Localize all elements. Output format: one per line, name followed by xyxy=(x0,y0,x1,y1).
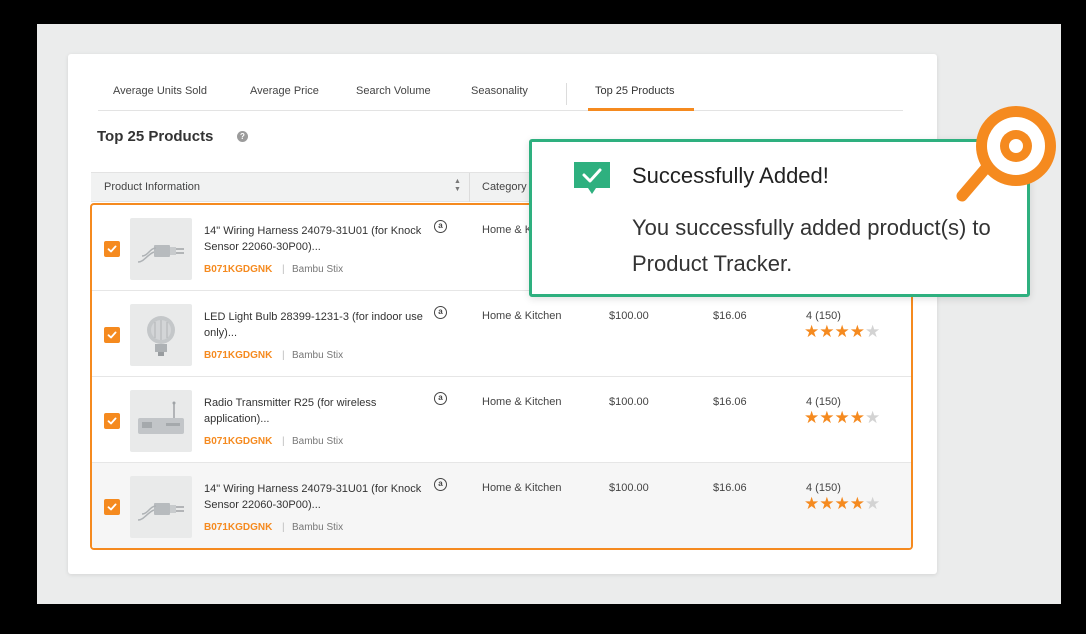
row-checkbox[interactable] xyxy=(104,241,120,257)
product-thumbnail[interactable] xyxy=(130,304,192,366)
tab-search-volume[interactable]: Search Volume xyxy=(356,85,431,97)
product-asin[interactable]: B071KGDGNK xyxy=(204,350,272,361)
header-divider xyxy=(469,173,470,202)
star-rating: ★★★★★ xyxy=(804,322,880,342)
product-fee: $16.06 xyxy=(713,482,747,494)
row-checkbox[interactable] xyxy=(104,413,120,429)
magnifier-icon xyxy=(956,106,1056,202)
product-thumbnail[interactable] xyxy=(130,476,192,538)
product-asin[interactable]: B071KGDGNK xyxy=(204,436,272,447)
star-filled-icon: ★ xyxy=(849,494,865,513)
meta-separator: | xyxy=(282,436,285,447)
table-row[interactable]: LED Light Bulb 28399-1231-3 (for indoor … xyxy=(92,291,911,377)
amazon-icon[interactable]: a xyxy=(434,392,447,405)
star-filled-icon: ★ xyxy=(819,408,835,427)
sort-icon[interactable]: ▲ ▼ xyxy=(454,178,461,194)
help-icon[interactable]: ? xyxy=(237,131,248,142)
product-title[interactable]: 14" Wiring Harness 24079-31U01 (for Knoc… xyxy=(204,223,429,255)
tab-average-price[interactable]: Average Price xyxy=(250,85,319,97)
product-category: Home & Kitchen xyxy=(482,396,562,408)
product-category: Home & Kitchen xyxy=(482,482,562,494)
product-brand: Bambu Stix xyxy=(292,522,344,533)
header-product-information[interactable]: Product Information xyxy=(104,181,200,193)
tab-top-25-products[interactable]: Top 25 Products xyxy=(595,85,675,97)
product-title[interactable]: 14" Wiring Harness 24079-31U01 (for Knoc… xyxy=(204,481,429,513)
section-title: Top 25 Products xyxy=(97,128,214,145)
product-title[interactable]: Radio Transmitter R25 (for wireless appl… xyxy=(204,395,429,427)
product-asin[interactable]: B071KGDGNK xyxy=(204,264,272,275)
tab-divider xyxy=(566,83,567,105)
product-brand: Bambu Stix xyxy=(292,350,344,361)
table-row[interactable]: 14" Wiring Harness 24079-31U01 (for Knoc… xyxy=(92,463,911,548)
star-filled-icon: ★ xyxy=(849,322,865,341)
star-empty-icon: ★ xyxy=(865,322,881,341)
amazon-icon[interactable]: a xyxy=(434,306,447,319)
product-price: $100.00 xyxy=(609,310,649,322)
star-filled-icon: ★ xyxy=(819,494,835,513)
check-icon xyxy=(107,331,117,339)
active-tab-indicator xyxy=(588,108,694,111)
product-fee: $16.06 xyxy=(713,396,747,408)
star-filled-icon: ★ xyxy=(804,494,820,513)
product-price: $100.00 xyxy=(609,396,649,408)
star-empty-icon: ★ xyxy=(865,408,881,427)
product-title[interactable]: LED Light Bulb 28399-1231-3 (for indoor … xyxy=(204,309,429,341)
check-icon xyxy=(574,162,610,194)
meta-separator: | xyxy=(282,522,285,533)
check-icon xyxy=(107,503,117,511)
row-checkbox[interactable] xyxy=(104,327,120,343)
star-filled-icon: ★ xyxy=(834,322,850,341)
product-rating: 4 (150) xyxy=(806,482,841,494)
meta-separator: | xyxy=(282,350,285,361)
header-category[interactable]: Category xyxy=(482,181,527,193)
product-brand: Bambu Stix xyxy=(292,264,344,275)
tab-bar: Average Units Sold Average Price Search … xyxy=(98,73,903,111)
amazon-icon[interactable]: a xyxy=(434,478,447,491)
toast-title: Successfully Added! xyxy=(632,163,829,188)
star-filled-icon: ★ xyxy=(834,408,850,427)
product-thumbnail[interactable] xyxy=(130,218,192,280)
toast-message: You successfully added product(s) to Pro… xyxy=(632,215,991,276)
star-empty-icon: ★ xyxy=(865,494,881,513)
product-brand: Bambu Stix xyxy=(292,436,344,447)
meta-separator: | xyxy=(282,264,285,275)
check-icon xyxy=(107,245,117,253)
star-filled-icon: ★ xyxy=(849,408,865,427)
tab-average-units-sold[interactable]: Average Units Sold xyxy=(113,85,207,97)
star-filled-icon: ★ xyxy=(819,322,835,341)
product-asin[interactable]: B071KGDGNK xyxy=(204,522,272,533)
star-rating: ★★★★★ xyxy=(804,408,880,428)
product-thumbnail[interactable] xyxy=(130,390,192,452)
star-filled-icon: ★ xyxy=(834,494,850,513)
star-rating: ★★★★★ xyxy=(804,494,880,514)
product-fee: $16.06 xyxy=(713,310,747,322)
product-rating: 4 (150) xyxy=(806,310,841,322)
star-filled-icon: ★ xyxy=(804,408,820,427)
table-row[interactable]: Radio Transmitter R25 (for wireless appl… xyxy=(92,377,911,463)
product-price: $100.00 xyxy=(609,482,649,494)
tab-seasonality[interactable]: Seasonality xyxy=(471,85,528,97)
check-icon xyxy=(107,417,117,425)
row-checkbox[interactable] xyxy=(104,499,120,515)
star-filled-icon: ★ xyxy=(804,322,820,341)
amazon-icon[interactable]: a xyxy=(434,220,447,233)
product-category: Home & Kitchen xyxy=(482,310,562,322)
product-rating: 4 (150) xyxy=(806,396,841,408)
